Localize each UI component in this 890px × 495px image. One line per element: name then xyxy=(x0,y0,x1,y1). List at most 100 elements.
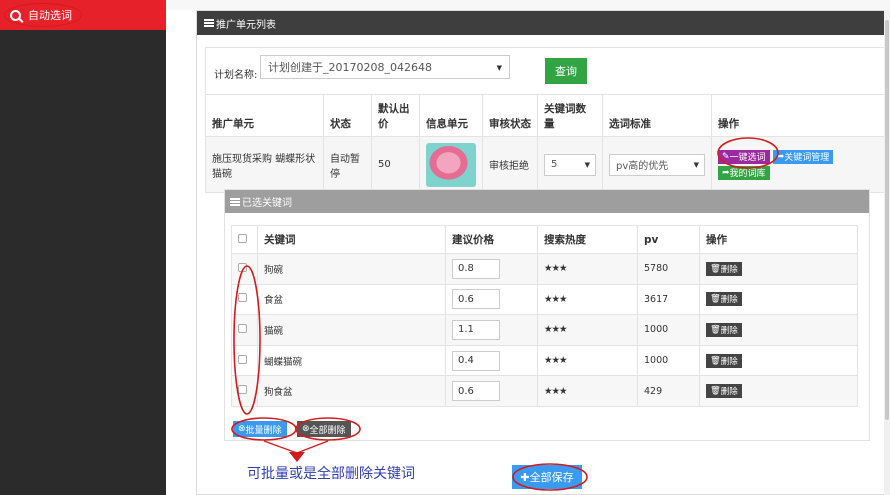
kw-count-select[interactable]: 5 ▼ xyxy=(544,153,596,176)
button-label: 关键词管理 xyxy=(784,153,830,163)
audit-status: 审核拒绝 xyxy=(482,136,538,193)
delete-button[interactable]: 🗑 删除 xyxy=(706,261,742,276)
op-cell: 🗑 删除 xyxy=(699,253,858,285)
price-cell: 0.8 xyxy=(445,253,538,285)
button-label: 全部删除 xyxy=(309,425,346,436)
button-label: 一键选词 xyxy=(729,153,766,163)
keyword-cell: 狗碗 xyxy=(257,253,446,285)
list-icon xyxy=(204,19,214,27)
col-header: 建议价格 xyxy=(445,225,538,254)
plan-select-value: 计划创建于_20170208_042648 xyxy=(268,61,432,74)
main-content: 推广单元列表 计划名称: 计划创建于_20170208_042648 ▼ 查询 … xyxy=(166,0,890,495)
button-label: 删除 xyxy=(720,325,738,336)
row-checkbox[interactable] xyxy=(238,354,247,364)
row-checkbox[interactable] xyxy=(238,293,247,303)
selected-keywords-panel: 已选关键词 关键词 建议价格 搜索热度 pv 操作 狗碗 0.8 ★★★ 578… xyxy=(224,189,870,441)
table-row: 食盆 0.6 ★★★ 3617 🗑 删除 xyxy=(231,283,858,316)
col-header: 操作 xyxy=(711,94,890,137)
col-header: 状态 xyxy=(323,94,372,137)
pv-cell: 1000 xyxy=(637,314,700,346)
row-checkbox[interactable] xyxy=(238,385,247,395)
keyword-table: 关键词 建议价格 搜索热度 pv 操作 狗碗 0.8 ★★★ 5780 🗑 删除 … xyxy=(231,225,858,407)
checkbox-cell xyxy=(231,253,258,285)
price-cell: 0.4 xyxy=(445,344,538,377)
price-input[interactable]: 1.1 xyxy=(452,319,500,340)
annotation-note: 可批量或是全部删除关键词 xyxy=(247,466,415,482)
delete-button[interactable]: 🗑 删除 xyxy=(706,292,742,307)
price-cell: 0.6 xyxy=(445,375,538,407)
batch-delete-button[interactable]: ⊗ 批量删除 xyxy=(233,421,287,437)
kw-count-value: 5 xyxy=(551,159,558,170)
heat-stars: ★★★ xyxy=(537,283,638,316)
chevron-down-icon: ▼ xyxy=(496,64,502,72)
save-all-button[interactable]: ✚ 全部保存 xyxy=(512,465,582,489)
top-strip xyxy=(166,0,890,10)
button-label: 删除 xyxy=(720,387,738,398)
button-label: 批量删除 xyxy=(245,425,282,436)
kw-panel-header: 已选关键词 xyxy=(225,190,869,213)
delete-button[interactable]: 🗑 删除 xyxy=(706,322,742,337)
keyword-cell: 蝴蝶猫碗 xyxy=(257,344,446,377)
col-header: 推广单元 xyxy=(205,94,324,137)
col-header: 搜索热度 xyxy=(537,225,638,254)
one-click-select-button[interactable]: ✎ 一键选词 xyxy=(718,149,770,164)
price-cell: 0.6 xyxy=(445,283,538,316)
col-header: 默认出价 xyxy=(371,94,420,137)
delete-button[interactable]: 🗑 删除 xyxy=(706,384,742,399)
keyword-manage-button[interactable]: ➦ 关键词管理 xyxy=(772,149,834,164)
plan-select[interactable]: 计划创建于_20170208_042648 ▼ xyxy=(260,55,510,79)
col-header: 关键词数量 xyxy=(537,94,603,137)
checkbox-cell xyxy=(231,283,258,316)
delete-button[interactable]: 🗑 删除 xyxy=(706,353,742,368)
button-label: 删除 xyxy=(720,264,738,275)
keyword-cell: 狗食盆 xyxy=(257,375,446,407)
standard-select[interactable]: pv高的优先 ▼ xyxy=(609,153,705,176)
op-cell: 🗑 删除 xyxy=(699,344,858,377)
price-input[interactable]: 0.4 xyxy=(452,350,500,371)
pv-cell: 5780 xyxy=(637,253,700,285)
unit-status: 自动暂停 xyxy=(323,136,372,193)
annotation-oval xyxy=(4,3,82,27)
op-cell: 🗑 删除 xyxy=(699,314,858,346)
unit-name: 施压现货采购 蝴蝶形状猫碗 xyxy=(205,136,324,193)
button-label: 我的词库 xyxy=(729,169,766,179)
kw-count-cell: 5 ▼ xyxy=(537,136,603,193)
standard-value: pv高的优先 xyxy=(616,161,669,172)
button-label: 删除 xyxy=(720,295,738,306)
scrollbar-thumb[interactable] xyxy=(885,20,889,420)
price-input[interactable]: 0.6 xyxy=(452,289,500,310)
button-label: 全部保存 xyxy=(529,471,574,484)
panel-title: 推广单元列表 xyxy=(216,19,276,31)
heat-stars: ★★★ xyxy=(537,375,638,407)
select-all-checkbox[interactable] xyxy=(238,233,247,243)
my-library-button[interactable]: ➦ 我的词库 xyxy=(718,165,770,180)
heat-stars: ★★★ xyxy=(537,314,638,346)
price-input[interactable]: 0.8 xyxy=(452,258,500,279)
plan-label: 计划名称: xyxy=(214,70,258,81)
row-checkbox[interactable] xyxy=(238,262,247,272)
col-header: 操作 xyxy=(699,225,858,254)
col-header: 关键词 xyxy=(257,225,446,254)
price-input[interactable]: 0.6 xyxy=(452,381,500,402)
unit-table: 推广单元 状态 默认出价 信息单元 审核状态 关键词数量 选词标准 操作 施压现… xyxy=(205,94,890,193)
col-header: pv xyxy=(637,225,700,254)
table-row: 狗食盆 0.6 ★★★ 429 🗑 删除 xyxy=(231,375,858,407)
query-button[interactable]: 查询 xyxy=(545,58,587,84)
col-header: 信息单元 xyxy=(419,94,483,137)
heat-stars: ★★★ xyxy=(537,253,638,285)
product-thumbnail xyxy=(426,142,476,187)
table-row: 蝴蝶猫碗 0.4 ★★★ 1000 🗑 删除 xyxy=(231,344,858,377)
table-row: 狗碗 0.8 ★★★ 5780 🗑 删除 xyxy=(231,253,858,285)
price-cell: 1.1 xyxy=(445,314,538,346)
kw-panel-title: 已选关键词 xyxy=(242,198,292,209)
select-all-cell xyxy=(231,225,258,254)
standard-cell: pv高的优先 ▼ xyxy=(602,136,712,193)
scrollbar[interactable] xyxy=(884,10,890,495)
ops-cell: ✎ 一键选词 ➦ 关键词管理 ➦ 我的词库 xyxy=(711,136,890,193)
row-checkbox[interactable] xyxy=(238,323,247,333)
checkbox-cell xyxy=(231,314,258,346)
unit-bid: 50 xyxy=(371,136,420,193)
delete-all-button[interactable]: ⊗ 全部删除 xyxy=(297,421,351,437)
query-bar: 计划名称: 计划创建于_20170208_042648 ▼ 查询 xyxy=(205,47,890,95)
table-row: 猫碗 1.1 ★★★ 1000 🗑 删除 xyxy=(231,314,858,346)
